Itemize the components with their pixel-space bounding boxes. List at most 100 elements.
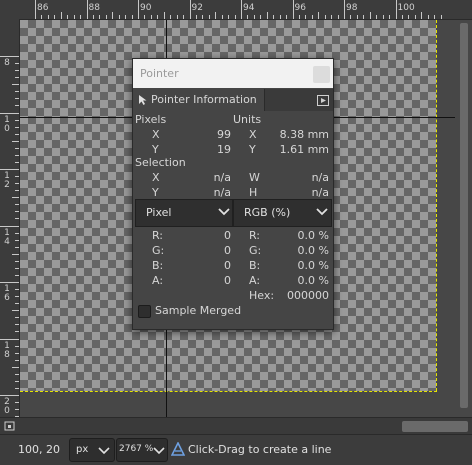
tab-label: Pointer Information [151, 93, 257, 106]
ruler-major-tick [0, 56, 19, 57]
sample-merged-checkbox[interactable] [138, 305, 151, 318]
left-color-mode-dropdown[interactable]: Pixel [135, 199, 233, 227]
right-color-mode-dropdown[interactable]: RGB (%) [233, 199, 332, 227]
pixels-x-label: X [152, 128, 160, 141]
ruler-minor-tick [112, 12, 114, 19]
ruler-label: 8 [4, 58, 10, 68]
zoom-selector[interactable]: 2767 % [116, 438, 168, 462]
pixels-y-label: Y [152, 143, 159, 156]
left-channel-value: 0 [224, 274, 231, 287]
dialog-titlebar[interactable]: Pointer [133, 59, 333, 88]
ruler-minor-tick [318, 12, 320, 19]
unit-selector[interactable]: px [69, 438, 115, 462]
ruler-minor-tick [12, 253, 19, 255]
ruler-label: 16 [4, 284, 10, 303]
ruler-minor-tick [408, 15, 410, 19]
ruler-minor-tick [15, 63, 19, 65]
right-channel-value: 0.0 % [297, 259, 329, 272]
ruler-minor-tick [15, 345, 19, 347]
ruler-minor-tick [266, 12, 268, 19]
ruler-minor-tick [15, 373, 19, 375]
line-tool-icon [171, 442, 185, 456]
selection-header: Selection [135, 156, 186, 169]
ruler-minor-tick [15, 105, 19, 107]
pointer-icon [139, 95, 147, 105]
ruler-major-tick [0, 225, 19, 227]
horizontal-ruler[interactable]: 86 88 90 92 94 96 98 100 [19, 0, 472, 20]
ruler-minor-tick [54, 15, 56, 19]
selection-x-value: n/a [213, 171, 231, 184]
ruler-minor-tick [15, 380, 19, 382]
ruler-label: 12 [4, 171, 10, 190]
ruler-major-tick [0, 395, 19, 396]
horizontal-scrollbar[interactable] [19, 417, 472, 435]
ruler-minor-tick [15, 387, 19, 389]
close-button[interactable] [313, 66, 330, 83]
tab-menu-button[interactable] [317, 95, 329, 106]
ruler-major-tick [0, 169, 19, 170]
ruler-label: 14 [4, 227, 10, 247]
chevron-down-icon [153, 447, 165, 455]
right-channel-label: A: [249, 274, 261, 287]
ruler-minor-tick [15, 176, 19, 178]
ruler-minor-tick [279, 15, 281, 19]
ruler-minor-tick [305, 15, 307, 19]
ruler-minor-tick [298, 15, 300, 19]
ruler-major-tick [35, 0, 36, 19]
pixels-y-value: 19 [217, 143, 231, 156]
tab-pointer-information[interactable]: Pointer Information [133, 89, 265, 111]
selection-y-label: Y [152, 186, 159, 199]
vertical-scroll-thumb[interactable] [460, 23, 468, 408]
ruler-minor-tick [125, 15, 127, 19]
vertical-ruler[interactable]: 8 10 12 14 16 18 20 [0, 19, 20, 417]
ruler-minor-tick [15, 211, 19, 213]
canvas-border-bottom [20, 391, 437, 392]
ruler-minor-tick [170, 15, 172, 19]
navigate-button[interactable] [0, 417, 19, 435]
ruler-minor-tick [12, 84, 19, 86]
ruler-minor-tick [41, 15, 43, 19]
ruler-major-tick [241, 0, 242, 19]
ruler-minor-tick [15, 303, 19, 305]
ruler-minor-tick [15, 218, 19, 220]
vertical-scrollbar[interactable] [455, 20, 472, 417]
ruler-minor-tick [176, 15, 178, 19]
left-channel-label: A: [152, 274, 164, 287]
ruler-label: 86 [37, 3, 49, 13]
ruler-major-tick [189, 0, 191, 19]
ruler-minor-tick [15, 239, 19, 241]
ruler-minor-tick [286, 15, 288, 19]
dialog-title: Pointer [140, 67, 179, 80]
ruler-minor-tick [12, 197, 19, 199]
ruler-minor-tick [260, 15, 262, 19]
ruler-minor-tick [356, 15, 358, 19]
selection-y-value: n/a [213, 186, 231, 199]
ruler-label: 92 [191, 3, 203, 13]
ruler-minor-tick [247, 15, 249, 19]
ruler-minor-tick [80, 15, 82, 19]
ruler-minor-tick [118, 15, 120, 19]
right-color-mode-value: RGB (%) [244, 206, 291, 219]
ruler-label: 90 [140, 3, 152, 13]
ruler-minor-tick [337, 15, 339, 19]
units-y-label: Y [249, 143, 256, 156]
ruler-minor-tick [15, 119, 19, 121]
ruler-label: 18 [4, 340, 10, 360]
pointer-dialog[interactable]: Pointer Pointer Information Pixels Units… [132, 58, 334, 330]
ruler-minor-tick [12, 140, 19, 142]
ruler-minor-tick [144, 15, 146, 19]
ruler-minor-tick [15, 204, 19, 206]
ruler-minor-tick [15, 232, 19, 234]
ruler-major-tick [395, 0, 397, 19]
ruler-corner [0, 0, 20, 20]
zoom-value: 2767 % [119, 444, 154, 454]
ruler-minor-tick [215, 12, 217, 19]
ruler-minor-tick [15, 190, 19, 192]
ruler-minor-tick [15, 260, 19, 262]
chevron-down-icon [218, 208, 230, 216]
horizontal-scroll-thumb[interactable] [402, 421, 468, 432]
units-x-value: 8.38 mm [279, 128, 329, 141]
sample-merged-label: Sample Merged [155, 304, 242, 317]
ruler-minor-tick [221, 15, 223, 19]
units-header: Units [233, 113, 262, 126]
